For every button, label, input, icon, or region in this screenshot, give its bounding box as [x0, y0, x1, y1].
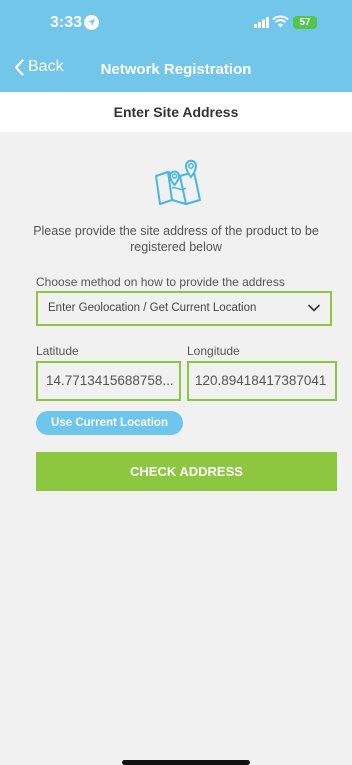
instructions-text: Please provide the site address of the p…	[33, 224, 319, 254]
method-selected-value: Enter Geolocation / Get Current Location	[48, 302, 257, 314]
latitude-input[interactable]: 14.7713415688758...	[36, 361, 181, 401]
address-method-select[interactable]: Enter Geolocation / Get Current Location	[36, 291, 332, 326]
latitude-label: Latitude	[36, 344, 79, 358]
page-title: Network Registration	[100, 61, 252, 78]
nav-bar: Back Network Registration	[0, 48, 352, 92]
check-address-button[interactable]: CHECK ADDRESS	[36, 452, 337, 491]
method-label: Choose method on how to provide the addr…	[36, 275, 285, 289]
signal-icon	[254, 17, 269, 28]
location-arrow-icon	[84, 15, 99, 30]
map-icon	[155, 159, 201, 205]
longitude-input[interactable]: 120.89418417387041	[187, 361, 337, 401]
battery-icon: 57	[293, 16, 317, 29]
home-indicator	[122, 760, 250, 765]
chevron-down-icon	[308, 304, 320, 312]
use-current-location-button[interactable]: Use Current Location	[36, 411, 183, 435]
wifi-icon	[272, 15, 289, 28]
status-time: 3:33	[50, 14, 83, 31]
status-bar: 3:33 57	[0, 0, 352, 48]
longitude-label: Longitude	[187, 344, 240, 358]
section-title: Enter Site Address	[0, 92, 352, 132]
